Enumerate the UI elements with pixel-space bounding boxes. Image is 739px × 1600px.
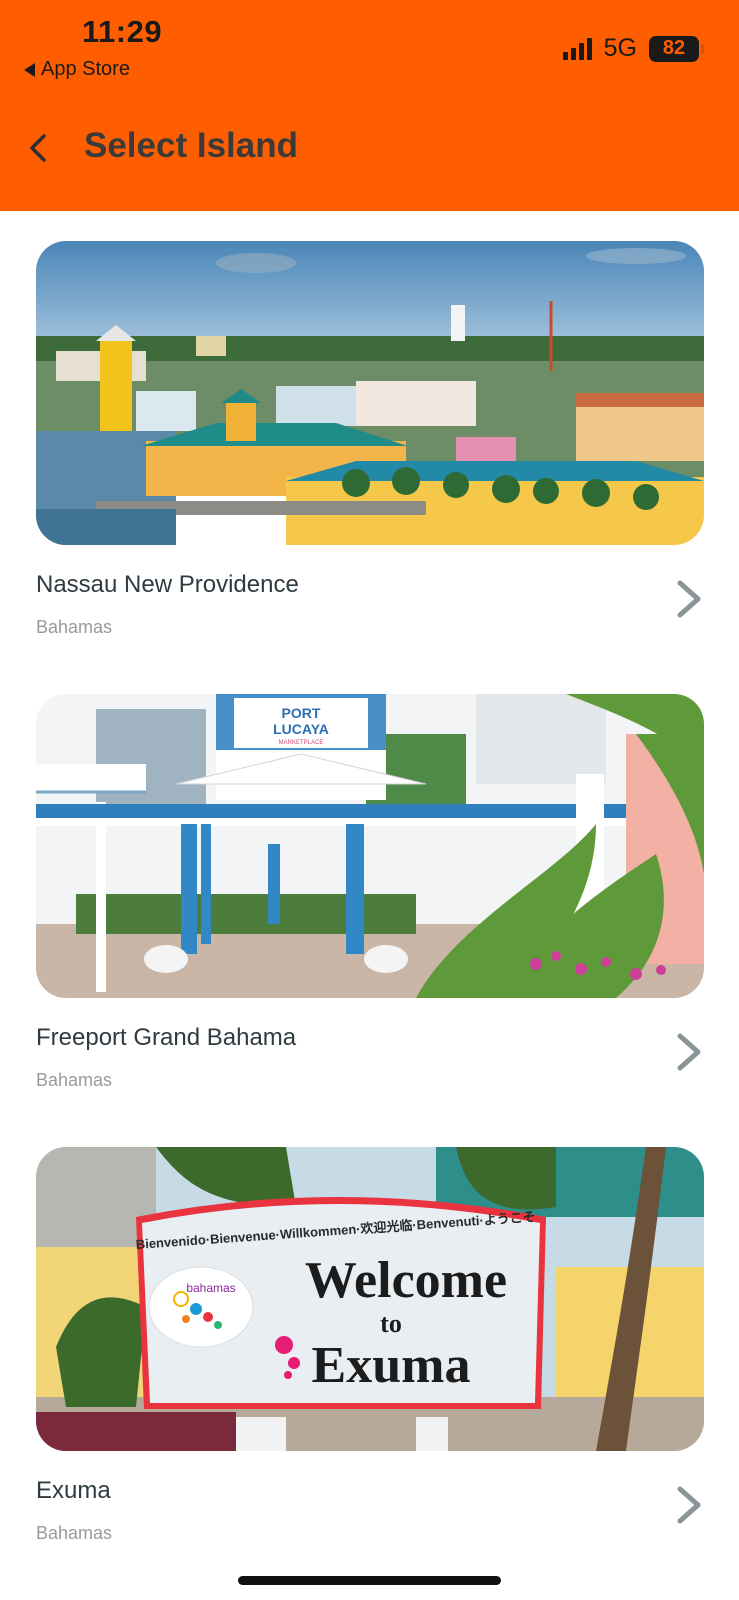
battery-level: 82 (662, 37, 686, 59)
page-title: Select Island (84, 126, 298, 165)
battery-icon: 82 (649, 35, 704, 62)
island-card-exuma[interactable]: Bienvenido·Bienvenue·Willkommen·欢迎光临·Ben… (36, 1147, 704, 1543)
svg-text:MARKETPLACE: MARKETPLACE (279, 740, 324, 746)
island-name: Exuma (36, 1477, 111, 1504)
back-to-app-store-link[interactable]: App Store (24, 58, 130, 81)
chevron-right-icon[interactable] (672, 1030, 704, 1074)
home-indicator[interactable] (238, 1576, 501, 1585)
network-type: 5G (603, 34, 637, 62)
bahamas-logo-text: bahamas (186, 1281, 235, 1295)
back-arrow-icon[interactable] (24, 128, 52, 168)
chevron-right-icon[interactable] (672, 577, 704, 621)
back-app-label: App Store (41, 58, 130, 80)
island-card-nassau[interactable]: Nassau New Providence Bahamas (36, 241, 704, 637)
status-indicators: 5G 82 (562, 34, 704, 63)
island-country: Bahamas (36, 1523, 113, 1543)
welcome-to-exuma-sign-photo: Bienvenido·Bienvenue·Willkommen·欢迎光临·Ben… (36, 1147, 704, 1451)
exuma-welcome-text: Welcome (305, 1252, 507, 1309)
svg-text:Exuma: Exuma (312, 1337, 471, 1394)
island-name: Freeport Grand Bahama (36, 1024, 297, 1051)
cellular-signal-icon (562, 37, 592, 60)
svg-text:to: to (380, 1309, 402, 1338)
chevron-right-icon[interactable] (672, 1483, 704, 1527)
nassau-harbor-photo (36, 241, 704, 545)
island-card-freeport[interactable]: PORT LUCAYA MARKETPLACE Freeport Grand B… (36, 694, 704, 1090)
back-triangle-icon (24, 62, 35, 77)
svg-text:LUCAYA: LUCAYA (273, 721, 329, 737)
island-country: Bahamas (36, 617, 113, 637)
port-lucaya-marketplace-photo: PORT LUCAYA MARKETPLACE (36, 694, 704, 998)
status-time: 11:29 (82, 14, 163, 49)
island-country: Bahamas (36, 1070, 113, 1090)
app-header: 11:29 App Store 5G 82 Select Island (0, 0, 739, 211)
island-name: Nassau New Providence (36, 571, 299, 598)
port-lucaya-sign-text: PORT (282, 705, 321, 721)
